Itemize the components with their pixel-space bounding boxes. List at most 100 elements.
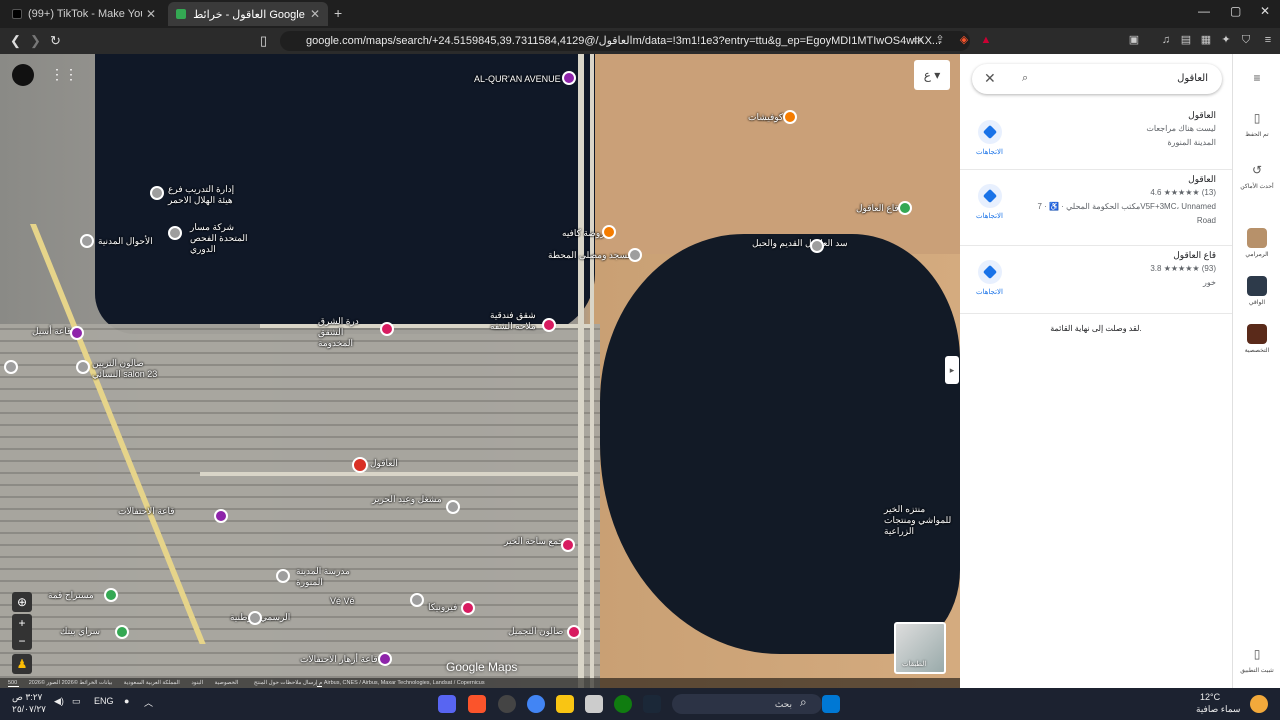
result-name[interactable]: قاع العاقول xyxy=(1173,250,1216,261)
result-name[interactable]: العاقول xyxy=(1188,110,1216,121)
close-tab-icon[interactable]: ✕ xyxy=(146,7,156,21)
footer-link[interactable]: المملكة العربية السعودية xyxy=(124,680,180,686)
search-input[interactable]: العاقول xyxy=(1177,73,1208,84)
leo-icon[interactable]: ✦ xyxy=(1220,34,1232,46)
result-name[interactable]: العاقول xyxy=(1188,174,1216,185)
xbox-icon[interactable] xyxy=(614,695,632,713)
tab-google-maps[interactable]: العاقول - خرائط Google ✕ xyxy=(168,2,328,26)
weather-moon-icon[interactable] xyxy=(1250,695,1268,713)
result-item[interactable]: قاع العاقول 3.8 ★★★★★ (93) خور الاتجاهات xyxy=(960,246,1232,314)
rail-install-app[interactable]: ▯ تثبيت التطبيق xyxy=(1233,644,1280,674)
selected-place-pin-icon[interactable] xyxy=(352,457,368,473)
tray-chevron-icon[interactable]: ︿ xyxy=(144,696,153,709)
rail-saved[interactable]: ▯ تم الحفظ xyxy=(1233,108,1280,138)
my-location-icon[interactable]: ⊕ xyxy=(12,592,32,612)
search-icon[interactable]: ⌕ xyxy=(1022,72,1028,85)
rail-recent-place[interactable]: الرمرامي xyxy=(1233,228,1280,258)
rail-recents[interactable]: ↺ أحدث الأماكن xyxy=(1233,160,1280,190)
directions-icon[interactable] xyxy=(978,260,1002,284)
mosque-pin-icon[interactable] xyxy=(628,248,642,262)
windows-start-icon[interactable] xyxy=(822,695,840,713)
chrome-icon[interactable] xyxy=(527,695,545,713)
close-window-icon[interactable]: ✕ xyxy=(1260,4,1270,18)
pin-icon[interactable] xyxy=(4,360,18,374)
brave-shield-icon[interactable]: ◈ xyxy=(958,34,970,46)
file-explorer-icon[interactable] xyxy=(556,695,574,713)
collapse-panel-icon[interactable]: ▸ xyxy=(945,356,959,384)
venue-pin-icon[interactable] xyxy=(70,326,84,340)
result-item[interactable]: العاقول 4.6 ★★★★★ (13) مكتب الحكومة المح… xyxy=(960,170,1232,246)
map-canvas[interactable]: AL-QUR'AN AVENUE كوفيشات قاع العاقول سد … xyxy=(0,54,960,688)
rail-recent-place[interactable]: التخصصية xyxy=(1233,324,1280,354)
cast-icon[interactable]: ▭ xyxy=(912,34,924,46)
pin-icon[interactable] xyxy=(248,611,262,625)
brave-icon[interactable] xyxy=(468,695,486,713)
brave-rewards-icon[interactable]: ▲ xyxy=(980,34,992,46)
venue-pin-icon[interactable] xyxy=(214,509,228,523)
new-tab-icon[interactable]: + xyxy=(334,5,342,21)
pin-icon[interactable] xyxy=(461,601,475,615)
pin-icon[interactable] xyxy=(810,239,824,253)
hamburger-menu[interactable]: ≡ xyxy=(1233,68,1280,91)
zoom-controls[interactable]: + − xyxy=(12,614,32,650)
language-toggle[interactable]: ع ▾ xyxy=(914,60,950,90)
volume-icon[interactable]: ◀) xyxy=(54,696,64,707)
pin-icon[interactable] xyxy=(168,226,182,240)
sidebar-icon[interactable]: ▣ xyxy=(1128,34,1140,46)
rail-recent-place[interactable]: الواقي xyxy=(1233,276,1280,306)
reload-icon[interactable]: ↻ xyxy=(50,33,61,49)
park-pin-icon[interactable] xyxy=(104,588,118,602)
forward-icon[interactable]: ❯ xyxy=(30,33,41,49)
venue-pin-icon[interactable] xyxy=(378,652,392,666)
layers-button[interactable]: الطبقات xyxy=(894,622,946,674)
reading-icon[interactable]: ▤ xyxy=(1180,34,1192,46)
footer-link[interactable]: البنود xyxy=(191,680,203,686)
park-pin-icon[interactable] xyxy=(115,625,129,639)
footer-link[interactable]: الخصوصية xyxy=(215,680,239,686)
hotel-pin-icon[interactable] xyxy=(542,318,556,332)
school-pin-icon[interactable] xyxy=(276,569,290,583)
mic-icon[interactable]: ● xyxy=(124,696,129,706)
directions-icon[interactable] xyxy=(978,184,1002,208)
menu-icon[interactable]: ≡ xyxy=(1247,68,1267,88)
pin-icon[interactable] xyxy=(446,500,460,514)
back-icon[interactable]: ❮ xyxy=(10,33,21,49)
directions-icon[interactable] xyxy=(978,120,1002,144)
share-icon[interactable]: ⇪ xyxy=(934,34,946,46)
media-icon[interactable]: ♫ xyxy=(1160,34,1172,46)
menu-icon[interactable]: ≡ xyxy=(1262,34,1274,46)
maximize-icon[interactable]: ▢ xyxy=(1230,4,1241,18)
pin-icon[interactable] xyxy=(562,71,576,85)
obs-icon[interactable] xyxy=(498,695,516,713)
close-icon[interactable]: ✕ xyxy=(984,70,996,87)
steam-icon[interactable] xyxy=(643,695,661,713)
close-tab-icon[interactable]: ✕ xyxy=(310,7,320,21)
store-icon[interactable] xyxy=(585,695,603,713)
hotel-pin-icon[interactable] xyxy=(380,322,394,336)
pin-icon[interactable] xyxy=(410,593,424,607)
pin-icon[interactable] xyxy=(150,186,164,200)
map-label: صالون التجميل xyxy=(508,626,564,636)
network-icon[interactable]: ▭ xyxy=(72,696,81,707)
minimize-icon[interactable]: — xyxy=(1198,4,1210,18)
language-indicator[interactable]: ENG xyxy=(94,696,114,706)
bookmark-icon[interactable]: ▯ xyxy=(260,33,267,49)
wallet-icon[interactable]: ▦ xyxy=(1200,34,1212,46)
footer-link[interactable]: إرسال ملاحظات حول المنتج xyxy=(254,680,318,686)
pin-icon[interactable] xyxy=(561,538,575,552)
result-item[interactable]: العاقول ليست هناك مراجعات المدينة المنور… xyxy=(960,106,1232,170)
gov-pin-icon[interactable] xyxy=(80,234,94,248)
cafe-pin-icon[interactable] xyxy=(602,225,616,239)
url-input[interactable]: google.com/maps/search/+العاقول/@24.5159… xyxy=(280,31,970,51)
pin-icon[interactable] xyxy=(76,360,90,374)
cafe-pin-icon[interactable] xyxy=(783,110,797,124)
discord-icon[interactable] xyxy=(438,695,456,713)
tab-tiktok[interactable]: (99+) TikTok - Make Your Day ✕ xyxy=(4,2,164,26)
pegman-icon[interactable]: ♟ xyxy=(12,654,32,674)
apps-grid-icon[interactable]: ⋮⋮ xyxy=(50,66,78,83)
pin-icon[interactable] xyxy=(567,625,581,639)
account-avatar[interactable] xyxy=(12,64,34,86)
park-pin-icon[interactable] xyxy=(898,201,912,215)
search-box[interactable]: ✕ ⌕ العاقول xyxy=(972,64,1222,94)
vpn-icon[interactable]: ⛉ xyxy=(1240,34,1252,46)
